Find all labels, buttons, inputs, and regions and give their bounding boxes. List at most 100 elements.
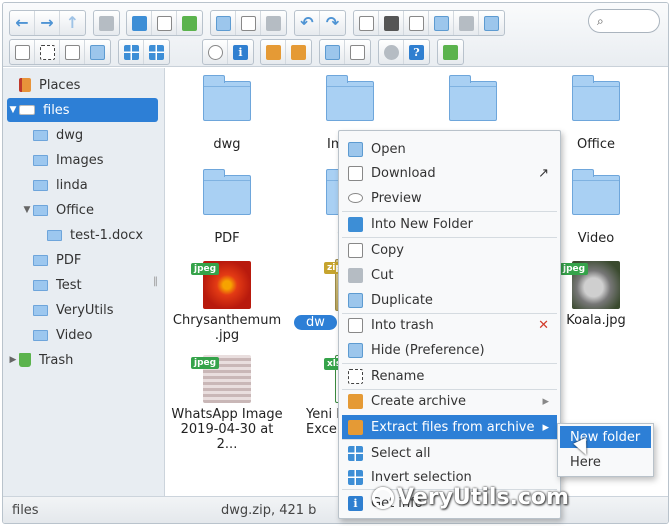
duplicate-icon: [348, 292, 363, 308]
sidebar-item-pdf[interactable]: PDF: [33, 248, 81, 272]
new-folder-button[interactable]: [127, 11, 152, 35]
expand-icon[interactable]: ▼: [7, 105, 19, 115]
image-thumbnail: jpeg: [191, 355, 251, 403]
view-group: [118, 39, 170, 65]
eye-icon: [348, 193, 363, 203]
menu-item-create-archive[interactable]: Create archive ▸: [342, 389, 557, 413]
item-label: WhatsApp Image: [171, 407, 283, 422]
open-icon: [215, 15, 231, 31]
menu-item-hide[interactable]: Hide (Preference): [342, 338, 557, 362]
list-view-icon: [149, 44, 164, 60]
duplicate-toolbar-button[interactable]: [10, 40, 35, 64]
submenu-arrow-icon: ▸: [542, 419, 549, 435]
sidebar-item-linda[interactable]: linda: [33, 173, 88, 197]
item-label: Chrysanthemum: [172, 313, 282, 328]
up-button[interactable]: ↑: [60, 11, 85, 35]
menu-item-into-new-folder[interactable]: Into New Folder: [342, 212, 557, 236]
select-button[interactable]: [261, 11, 286, 35]
status-selection-info: dwg.zip, 421 b: [221, 503, 317, 518]
archive-group: [9, 39, 111, 65]
folder-item[interactable]: PDF: [171, 169, 283, 246]
file-type-badge: jpeg: [191, 263, 220, 275]
back-button[interactable]: ←: [10, 11, 35, 35]
new-file-button[interactable]: [152, 11, 177, 35]
sidebar-item-files[interactable]: ▼ files: [7, 98, 158, 122]
trash-icon: [458, 15, 474, 31]
file-item[interactable]: jpeg WhatsApp Image 2019-04-30 at 2...: [171, 355, 283, 452]
rename-toolbar-button[interactable]: [60, 40, 85, 64]
select-all-icon: [348, 445, 363, 461]
redo-button[interactable]: ↷: [320, 11, 345, 35]
resize-icon: [90, 44, 105, 60]
paste-button[interactable]: [404, 11, 429, 35]
menu-item-download[interactable]: Download ↗: [342, 161, 557, 185]
menu-item-into-trash[interactable]: Into trash ✕: [342, 313, 557, 337]
menu-item-duplicate[interactable]: Duplicate: [342, 288, 557, 312]
duplicate-button[interactable]: [429, 11, 454, 35]
expand-icon[interactable]: ▶: [7, 355, 19, 365]
open-button[interactable]: [211, 11, 236, 35]
save-button[interactable]: [236, 11, 261, 35]
sidebar-item-places[interactable]: Places: [7, 73, 80, 97]
sidebar-item-office[interactable]: ▼ Office: [21, 198, 94, 222]
new-file-icon: [156, 15, 172, 31]
copy-button[interactable]: [354, 11, 379, 35]
extract-toolbar-button[interactable]: [261, 40, 286, 64]
submenu-item-here[interactable]: Here: [560, 451, 651, 473]
fullscreen-group: [437, 39, 464, 65]
folder-icon: [572, 169, 620, 215]
folder-item[interactable]: [417, 75, 529, 121]
menu-item-open[interactable]: Open: [342, 137, 557, 161]
create-archive-toolbar-button[interactable]: [286, 40, 311, 64]
undo-button[interactable]: ↶: [295, 11, 320, 35]
file-type-badge: jpeg: [191, 357, 220, 369]
info-icon: i: [233, 44, 248, 60]
sidebar-item-veryutils[interactable]: VeryUtils: [33, 298, 114, 322]
menu-item-preview[interactable]: Preview: [342, 186, 557, 210]
sidebar-item-trash[interactable]: ▶ Trash: [7, 348, 74, 372]
edit-group: [353, 10, 505, 36]
forward-button[interactable]: →: [35, 11, 60, 35]
preferences-button[interactable]: [379, 40, 404, 64]
menu-item-rename[interactable]: Rename: [342, 364, 557, 388]
nav-group: ← → ↑: [9, 10, 86, 36]
sort-button[interactable]: [320, 40, 345, 64]
columns-icon: [350, 44, 365, 60]
reload-button[interactable]: [94, 11, 119, 35]
cut-button[interactable]: [379, 11, 404, 35]
sidebar-item-dwg[interactable]: dwg: [33, 123, 83, 147]
menu-item-copy[interactable]: Copy: [342, 238, 557, 262]
sidebar-item-images[interactable]: Images: [33, 148, 104, 172]
trash-button[interactable]: [454, 11, 479, 35]
preview-toolbar-button[interactable]: [203, 40, 228, 64]
list-view-button[interactable]: [144, 40, 169, 64]
paste-icon: [408, 15, 424, 31]
sidebar-item-label: PDF: [56, 252, 82, 268]
folder-item[interactable]: dwg: [171, 75, 283, 152]
image-thumbnail: jpeg: [560, 261, 620, 309]
info-toolbar-button[interactable]: i: [228, 40, 253, 64]
expand-icon[interactable]: ▼: [21, 205, 33, 215]
icons-view-button[interactable]: [119, 40, 144, 64]
search-box[interactable]: ⌕: [588, 9, 660, 33]
fullscreen-button[interactable]: [438, 40, 463, 64]
columns-button[interactable]: [345, 40, 370, 64]
edit-button[interactable]: [479, 11, 504, 35]
sidebar-item-test-1-docx[interactable]: test-1.docx: [47, 223, 143, 247]
upload-button[interactable]: [177, 11, 202, 35]
sidebar-item-video[interactable]: Video: [33, 323, 92, 347]
sidebar-item-label: test-1.docx: [70, 227, 144, 243]
resize-toolbar-button[interactable]: [85, 40, 110, 64]
file-item[interactable]: jpeg Chrysanthemum .jpg: [171, 261, 283, 343]
select-all-toolbar-button[interactable]: [35, 40, 60, 64]
menu-item-cut[interactable]: Cut: [342, 263, 557, 287]
sidebar-item-label: files: [43, 102, 70, 118]
cursor-icon: [266, 15, 281, 31]
sidebar-resize-handle[interactable]: ‖: [153, 276, 158, 287]
file-group: [126, 10, 203, 36]
menu-item-extract[interactable]: Extract files from archive ▸: [342, 415, 557, 439]
help-button[interactable]: ?: [404, 40, 429, 64]
menu-item-select-all[interactable]: Select all: [342, 441, 557, 465]
search-input[interactable]: [607, 14, 648, 28]
sidebar-item-test[interactable]: Test: [33, 273, 82, 297]
